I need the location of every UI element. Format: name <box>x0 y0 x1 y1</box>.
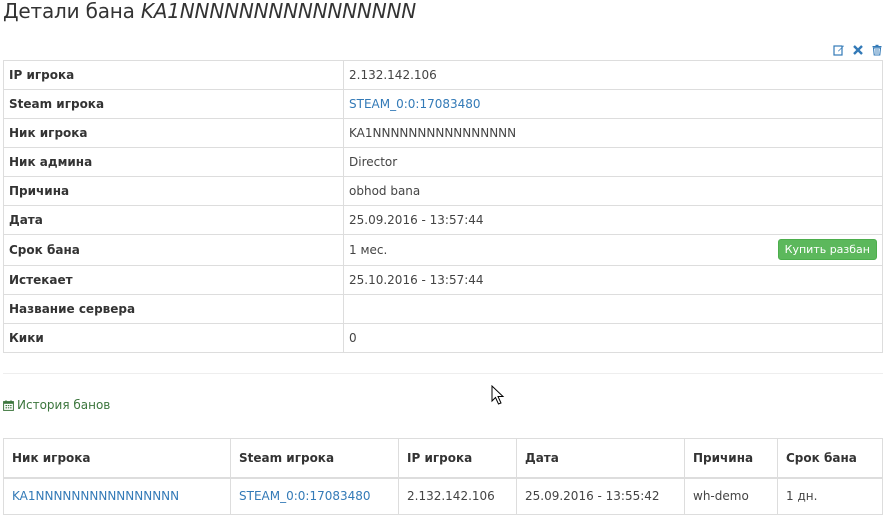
details-row-ip: IP игрока 2.132.142.106 <box>3 60 883 90</box>
details-label: Причина <box>3 176 344 206</box>
edit-icon[interactable] <box>832 43 845 56</box>
mouse-cursor-icon <box>491 385 505 405</box>
history-cell-term: 1 дн. <box>777 477 883 515</box>
details-label: Ник игрока <box>3 118 344 148</box>
history-cell-steam: STEAM_0:0:17083480 <box>230 477 399 515</box>
history-header-row: Ник игрока Steam игрока IP игрока Дата П… <box>3 438 883 479</box>
details-label: Кики <box>3 323 344 353</box>
details-row-server: Название сервера <box>3 294 883 324</box>
details-row-steam: Steam игрока STEAM_0:0:17083480 <box>3 89 883 119</box>
history-col-date: Дата <box>516 438 685 479</box>
buy-unban-button[interactable]: Купить разбан <box>777 239 877 260</box>
history-title-text: История банов <box>17 398 111 412</box>
steam-id-link[interactable]: STEAM_0:0:17083480 <box>349 97 481 111</box>
details-row-date: Дата 25.09.2016 - 13:57:44 <box>3 205 883 235</box>
details-value-steam: STEAM_0:0:17083480 <box>343 89 883 119</box>
details-row-nick: Ник игрока KA1NNNNNNNNNNNNNNNN <box>3 118 883 148</box>
details-label: IP игрока <box>3 60 344 90</box>
details-row-reason: Причина obhod bana <box>3 176 883 206</box>
history-steam-link[interactable]: STEAM_0:0:17083480 <box>239 489 371 503</box>
ban-details-table: IP игрока 2.132.142.106 Steam игрока STE… <box>3 60 883 353</box>
details-value-expires: 25.10.2016 - 13:57:44 <box>343 265 883 295</box>
details-label: Ник админа <box>3 147 344 177</box>
details-label: Steam игрока <box>3 89 344 119</box>
details-value-term: 1 мес. Купить разбан <box>343 234 883 266</box>
history-nick-link[interactable]: KA1NNNNNNNNNNNNNNNN <box>12 489 179 503</box>
history-col-ip: IP игрока <box>398 438 517 479</box>
details-label: Истекает <box>3 265 344 295</box>
ban-actions <box>832 43 883 56</box>
trash-icon[interactable] <box>870 43 883 56</box>
history-cell-nick: KA1NNNNNNNNNNNNNNNN <box>3 477 231 515</box>
history-cell-date: 25.09.2016 - 13:55:42 <box>516 477 685 515</box>
table-row: KA1NNNNNNNNNNNNNNNN STEAM_0:0:17083480 2… <box>3 477 883 515</box>
details-value-nick: KA1NNNNNNNNNNNNNNNN <box>343 118 883 148</box>
details-value-kicks: 0 <box>343 323 883 353</box>
ban-history-table: Ник игрока Steam игрока IP игрока Дата П… <box>3 438 883 515</box>
details-value-ip: 2.132.142.106 <box>343 60 883 90</box>
history-title: История банов <box>3 398 110 412</box>
history-cell-ip: 2.132.142.106 <box>398 477 517 515</box>
details-row-admin: Ник админа Director <box>3 147 883 177</box>
details-label: Название сервера <box>3 294 344 324</box>
close-icon[interactable] <box>851 43 864 56</box>
details-row-term: Срок бана 1 мес. Купить разбан <box>3 234 883 266</box>
history-col-term: Срок бана <box>777 438 883 479</box>
details-row-expires: Истекает 25.10.2016 - 13:57:44 <box>3 265 883 295</box>
page-title-prefix: Детали бана <box>3 0 135 23</box>
page-title-nick: KA1NNNNNNNNNNNNNNNN <box>140 0 416 23</box>
history-col-steam: Steam игрока <box>230 438 399 479</box>
term-text: 1 мес. <box>349 243 388 257</box>
details-label: Дата <box>3 205 344 235</box>
page-title: Детали бана KA1NNNNNNNNNNNNNNNN <box>3 0 416 23</box>
history-col-reason: Причина <box>684 438 778 479</box>
details-value-server <box>343 294 883 324</box>
details-label: Срок бана <box>3 234 344 266</box>
details-value-reason: obhod bana <box>343 176 883 206</box>
section-divider <box>3 373 883 374</box>
details-value-date: 25.09.2016 - 13:57:44 <box>343 205 883 235</box>
history-col-nick: Ник игрока <box>3 438 231 479</box>
calendar-icon <box>3 399 14 411</box>
details-value-admin: Director <box>343 147 883 177</box>
history-cell-reason: wh-demo <box>684 477 778 515</box>
details-row-kicks: Кики 0 <box>3 323 883 353</box>
